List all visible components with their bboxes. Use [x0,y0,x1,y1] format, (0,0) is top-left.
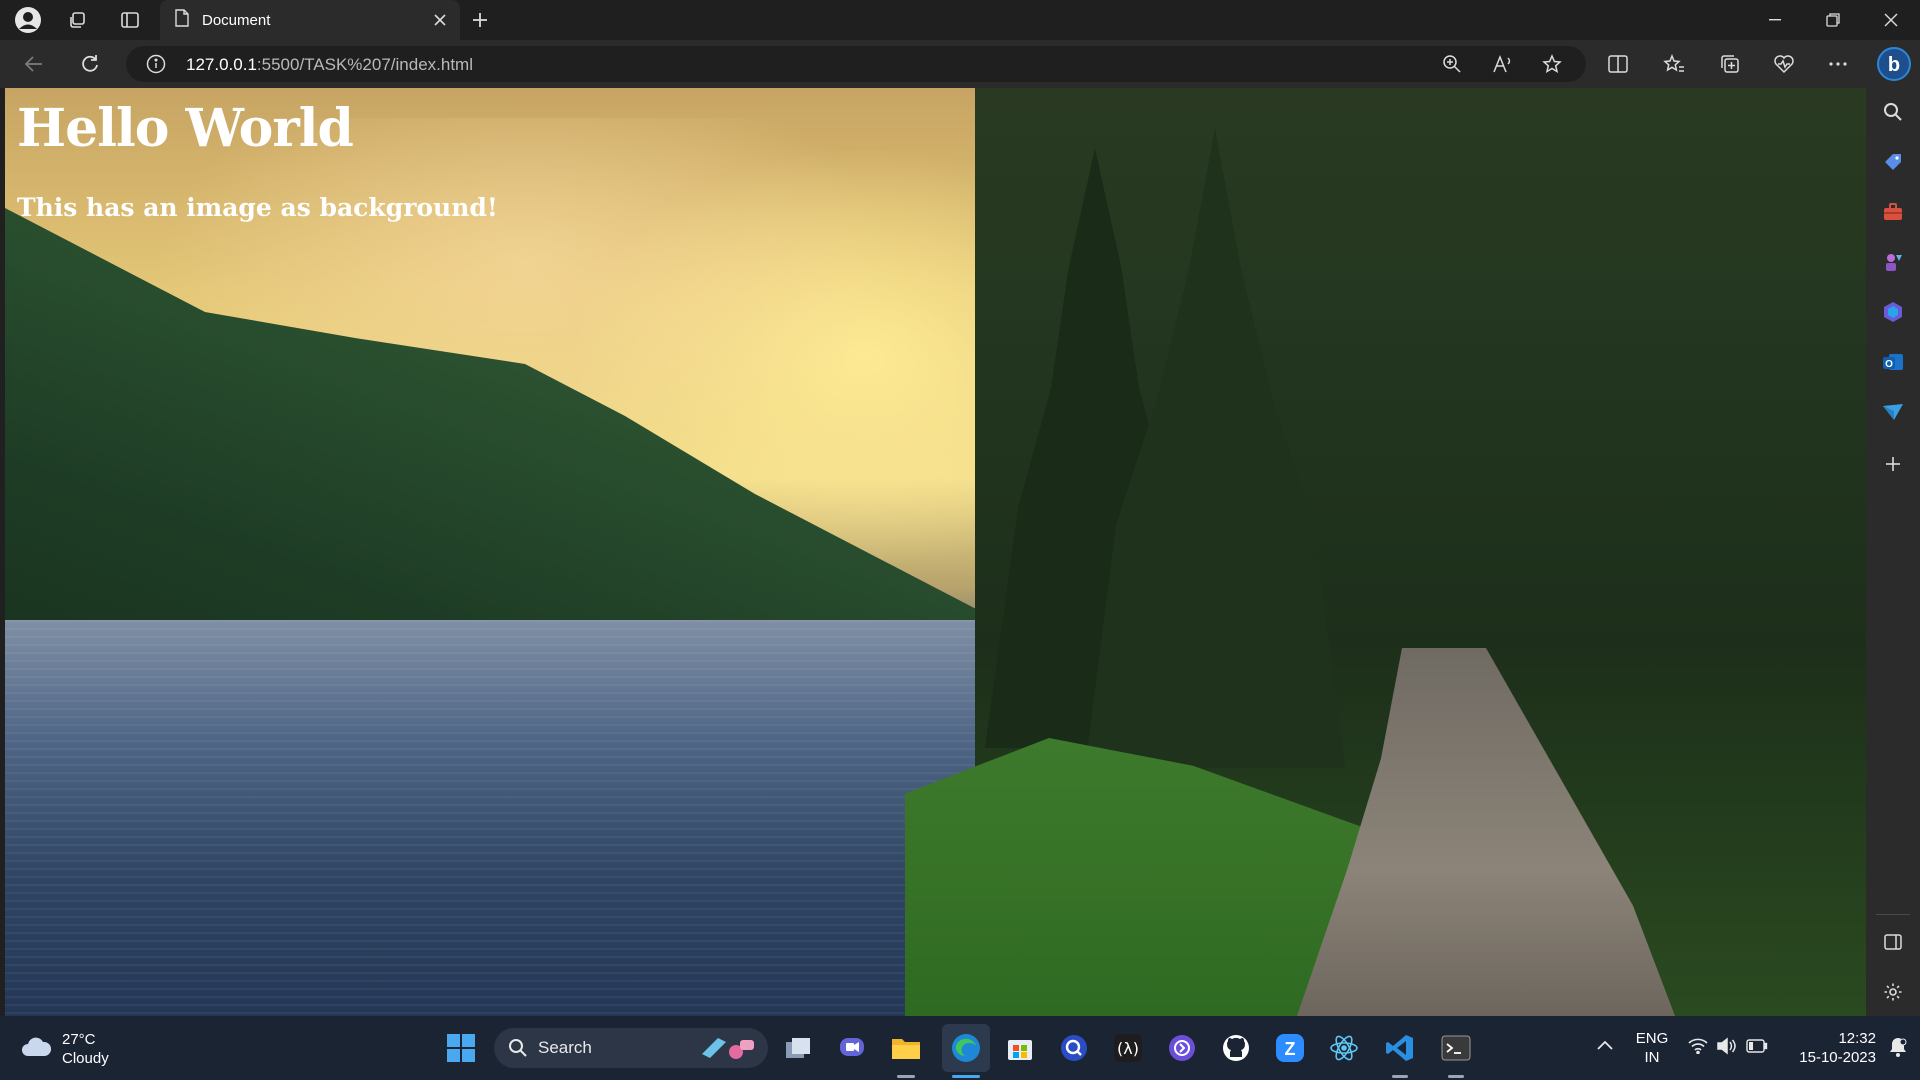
url-text[interactable]: 127.0.0.1:5500/TASK%207/index.html [186,55,473,75]
wifi-icon[interactable] [1688,1038,1708,1059]
sidebar-settings-icon[interactable] [1877,976,1909,1008]
github-icon[interactable] [1216,1028,1256,1068]
remote-app-icon[interactable] [1162,1028,1202,1068]
region-code: IN [1644,1049,1660,1066]
lambda-app-icon[interactable]: (λ) [1108,1028,1148,1068]
battery-icon[interactable] [1746,1039,1768,1058]
page-paragraph: This has an image as background! [17,193,498,222]
navigation-bar: 127.0.0.1:5500/TASK%207/index.html b [0,40,1920,88]
web-page-viewport: Hello World This has an image as backgro… [5,88,1866,1016]
search-highlight-icon [700,1034,760,1067]
site-info-icon[interactable] [146,54,166,79]
outlook-icon[interactable]: O [1877,346,1909,378]
weather-description: Cloudy [62,1050,109,1067]
zoom-icon[interactable] [1442,54,1462,79]
svg-text:O: O [1885,359,1893,370]
sidebar-search-icon[interactable] [1877,96,1909,128]
zoom-app-icon[interactable]: Z [1270,1028,1310,1068]
clock-time: 12:32 [1838,1030,1876,1047]
address-bar[interactable]: 127.0.0.1:5500/TASK%207/index.html [126,46,1586,82]
svg-text:Z: Z [1285,1039,1296,1059]
profile-avatar-icon[interactable] [12,6,44,34]
hide-sidebar-icon[interactable] [1877,926,1909,958]
page-heading: Hello World [17,98,354,159]
search-label: Search [538,1038,592,1057]
sidebar-divider [1876,914,1910,915]
refresh-button[interactable] [72,48,108,80]
new-tab-icon[interactable] [464,6,496,34]
terminal-icon[interactable] [1436,1028,1476,1068]
add-sidebar-app-icon[interactable] [1877,448,1909,480]
edge-sidebar: O [1866,88,1920,1016]
cortana-search-icon[interactable] [1054,1028,1094,1068]
show-hidden-icons-icon[interactable] [1596,1038,1614,1056]
tab-document[interactable]: Document [160,0,460,40]
background-image-lake [5,620,1005,1016]
split-screen-icon[interactable] [1600,48,1636,80]
teams-chat-icon[interactable] [832,1028,872,1068]
vscode-icon[interactable] [1380,1028,1420,1068]
electron-app-icon[interactable] [1324,1028,1364,1068]
close-tab-icon[interactable] [430,10,450,30]
microsoft-365-icon[interactable] [1877,296,1909,328]
running-indicator [897,1075,915,1078]
cloud-icon [20,1036,52,1063]
weather-widget[interactable]: 27°C Cloudy [20,1030,109,1068]
workspaces-icon[interactable] [62,6,94,34]
edge-taskbar-icon[interactable] [942,1024,990,1072]
favorites-icon[interactable] [1656,48,1692,80]
task-view-icon[interactable] [778,1028,818,1068]
system-tray: ENG IN 12:32 15-10-2023 [1590,1016,1920,1080]
copilot-icon[interactable]: b [1874,44,1914,84]
drop-send-icon[interactable] [1877,396,1909,428]
tab-title: Document [202,11,271,29]
read-aloud-icon[interactable] [1492,54,1514,79]
minimize-button[interactable] [1746,0,1804,40]
file-explorer-icon[interactable] [886,1028,926,1068]
page-icon [174,8,190,32]
svg-text:b: b [1888,54,1900,76]
url-path: :5500/TASK%207/index.html [256,55,473,74]
page-content: Hello World This has an image as backgro… [17,98,498,222]
taskbar-search[interactable]: Search [494,1028,768,1068]
tools-briefcase-icon[interactable] [1877,196,1909,228]
browser-essentials-icon[interactable] [1766,48,1802,80]
weather-temperature: 27°C [62,1031,96,1048]
volume-icon[interactable] [1716,1037,1736,1060]
clock-date: 15-10-2023 [1799,1049,1876,1066]
shopping-tag-icon[interactable] [1877,146,1909,178]
close-window-button[interactable] [1862,0,1920,40]
favorite-star-icon[interactable] [1542,54,1562,79]
language-indicator[interactable]: ENG IN [1632,1029,1672,1067]
clock[interactable]: 12:32 15-10-2023 [1786,1029,1876,1067]
back-button[interactable] [16,48,52,80]
language-code: ENG [1635,1030,1669,1047]
microsoft-store-icon[interactable] [1000,1028,1040,1068]
more-options-icon[interactable] [1820,48,1856,80]
tab-strip: Document [0,0,1920,40]
windows-taskbar: 27°C Cloudy Search (λ) Z ENG IN 12:32 15… [0,1016,1920,1080]
start-button[interactable] [441,1028,481,1068]
restore-button[interactable] [1804,0,1862,40]
url-host: 127.0.0.1 [186,55,257,74]
svg-text:(λ): (λ) [1117,1039,1139,1058]
notification-bell-icon[interactable] [1888,1036,1908,1063]
running-indicator [1392,1075,1408,1078]
tab-actions-icon[interactable] [114,6,146,34]
search-icon [508,1038,528,1063]
active-indicator [952,1075,980,1078]
collections-icon[interactable] [1712,48,1748,80]
games-icon[interactable] [1877,246,1909,278]
running-indicator [1448,1075,1464,1078]
